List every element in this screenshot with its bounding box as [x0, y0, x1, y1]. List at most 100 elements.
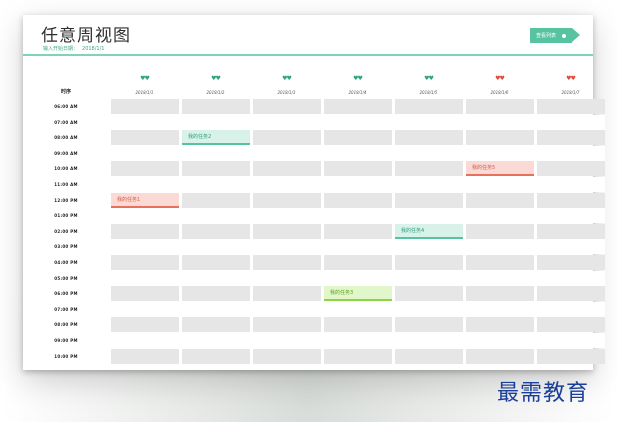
schedule-cell[interactable]	[395, 348, 463, 364]
task-block[interactable]: 我的任务5	[466, 161, 534, 177]
schedule-cell[interactable]	[395, 286, 463, 302]
schedule-cell[interactable]	[395, 99, 463, 114]
schedule-cell[interactable]	[111, 145, 179, 161]
schedule-cell[interactable]	[253, 130, 321, 146]
schedule-cell[interactable]	[111, 114, 179, 130]
schedule-cell[interactable]	[466, 130, 534, 146]
schedule-cell[interactable]	[182, 255, 250, 270]
schedule-cell[interactable]	[182, 114, 250, 130]
schedule-cell[interactable]	[537, 114, 605, 130]
schedule-cell[interactable]	[253, 270, 321, 286]
schedule-cell[interactable]	[537, 177, 605, 192]
schedule-cell[interactable]	[537, 333, 605, 348]
schedule-cell[interactable]	[111, 317, 179, 333]
schedule-cell[interactable]	[466, 255, 534, 270]
schedule-cell[interactable]	[466, 208, 534, 224]
task-block[interactable]: 我的任务4	[395, 223, 463, 239]
schedule-cell[interactable]	[182, 177, 250, 192]
schedule-cell[interactable]	[111, 348, 179, 364]
schedule-cell[interactable]	[182, 333, 250, 348]
schedule-cell[interactable]	[182, 286, 250, 302]
schedule-cell[interactable]	[182, 270, 250, 286]
schedule-cell[interactable]	[111, 99, 179, 114]
start-date-value[interactable]: 2018/1/1	[82, 46, 104, 52]
schedule-cell[interactable]	[466, 317, 534, 333]
schedule-cell[interactable]	[537, 223, 605, 239]
schedule-cell[interactable]	[253, 99, 321, 114]
schedule-cell[interactable]	[395, 114, 463, 130]
schedule-cell[interactable]	[395, 255, 463, 270]
schedule-cell[interactable]	[182, 192, 250, 208]
schedule-cell[interactable]	[466, 333, 534, 348]
schedule-cell[interactable]	[466, 239, 534, 255]
schedule-cell[interactable]	[324, 99, 392, 114]
schedule-cell[interactable]	[182, 208, 250, 224]
schedule-cell[interactable]	[537, 208, 605, 224]
schedule-cell[interactable]	[111, 239, 179, 255]
schedule-cell[interactable]	[537, 286, 605, 302]
schedule-cell[interactable]	[324, 114, 392, 130]
schedule-cell[interactable]	[324, 208, 392, 224]
schedule-cell[interactable]	[111, 301, 179, 317]
schedule-cell[interactable]	[253, 145, 321, 161]
schedule-cell[interactable]	[324, 130, 392, 146]
task-block[interactable]: 我的任务1	[111, 192, 179, 208]
schedule-cell[interactable]	[182, 317, 250, 333]
task-block[interactable]: 我的任务3	[324, 286, 392, 302]
schedule-cell[interactable]	[537, 270, 605, 286]
schedule-cell[interactable]	[324, 301, 392, 317]
schedule-cell[interactable]	[111, 223, 179, 239]
schedule-cell[interactable]	[324, 192, 392, 208]
schedule-cell[interactable]	[253, 239, 321, 255]
schedule-cell[interactable]	[182, 239, 250, 255]
schedule-cell[interactable]	[466, 192, 534, 208]
schedule-cell[interactable]	[395, 130, 463, 146]
schedule-cell[interactable]	[253, 348, 321, 364]
schedule-cell[interactable]	[324, 255, 392, 270]
schedule-cell[interactable]	[253, 208, 321, 224]
schedule-cell[interactable]	[253, 333, 321, 348]
schedule-cell[interactable]	[324, 270, 392, 286]
schedule-cell[interactable]	[395, 301, 463, 317]
schedule-cell[interactable]	[395, 317, 463, 333]
schedule-cell[interactable]	[466, 286, 534, 302]
schedule-cell[interactable]	[466, 270, 534, 286]
schedule-cell[interactable]	[182, 161, 250, 177]
schedule-cell[interactable]	[182, 223, 250, 239]
schedule-cell[interactable]	[111, 255, 179, 270]
schedule-cell[interactable]	[111, 286, 179, 302]
schedule-cell[interactable]	[111, 270, 179, 286]
schedule-cell[interactable]	[466, 177, 534, 192]
schedule-cell[interactable]	[466, 348, 534, 364]
schedule-cell[interactable]	[466, 114, 534, 130]
schedule-cell[interactable]	[182, 348, 250, 364]
schedule-cell[interactable]	[466, 99, 534, 114]
schedule-cell[interactable]	[111, 177, 179, 192]
schedule-cell[interactable]	[395, 177, 463, 192]
schedule-cell[interactable]	[111, 161, 179, 177]
schedule-cell[interactable]	[253, 286, 321, 302]
schedule-cell[interactable]	[466, 145, 534, 161]
schedule-cell[interactable]	[537, 255, 605, 270]
schedule-cell[interactable]	[324, 161, 392, 177]
schedule-cell[interactable]	[253, 317, 321, 333]
schedule-cell[interactable]	[395, 192, 463, 208]
task-block[interactable]: 我的任务2	[182, 130, 250, 146]
schedule-cell[interactable]	[253, 301, 321, 317]
schedule-cell[interactable]	[466, 301, 534, 317]
schedule-cell[interactable]	[324, 145, 392, 161]
schedule-cell[interactable]	[253, 255, 321, 270]
schedule-cell[interactable]	[182, 145, 250, 161]
schedule-cell[interactable]	[111, 208, 179, 224]
schedule-cell[interactable]	[324, 348, 392, 364]
schedule-cell[interactable]	[111, 130, 179, 146]
schedule-cell[interactable]	[395, 239, 463, 255]
schedule-cell[interactable]	[324, 317, 392, 333]
schedule-cell[interactable]	[324, 177, 392, 192]
schedule-cell[interactable]	[537, 301, 605, 317]
schedule-cell[interactable]	[182, 99, 250, 114]
schedule-cell[interactable]	[537, 145, 605, 161]
schedule-cell[interactable]	[537, 161, 605, 177]
schedule-cell[interactable]	[253, 223, 321, 239]
schedule-cell[interactable]	[395, 333, 463, 348]
